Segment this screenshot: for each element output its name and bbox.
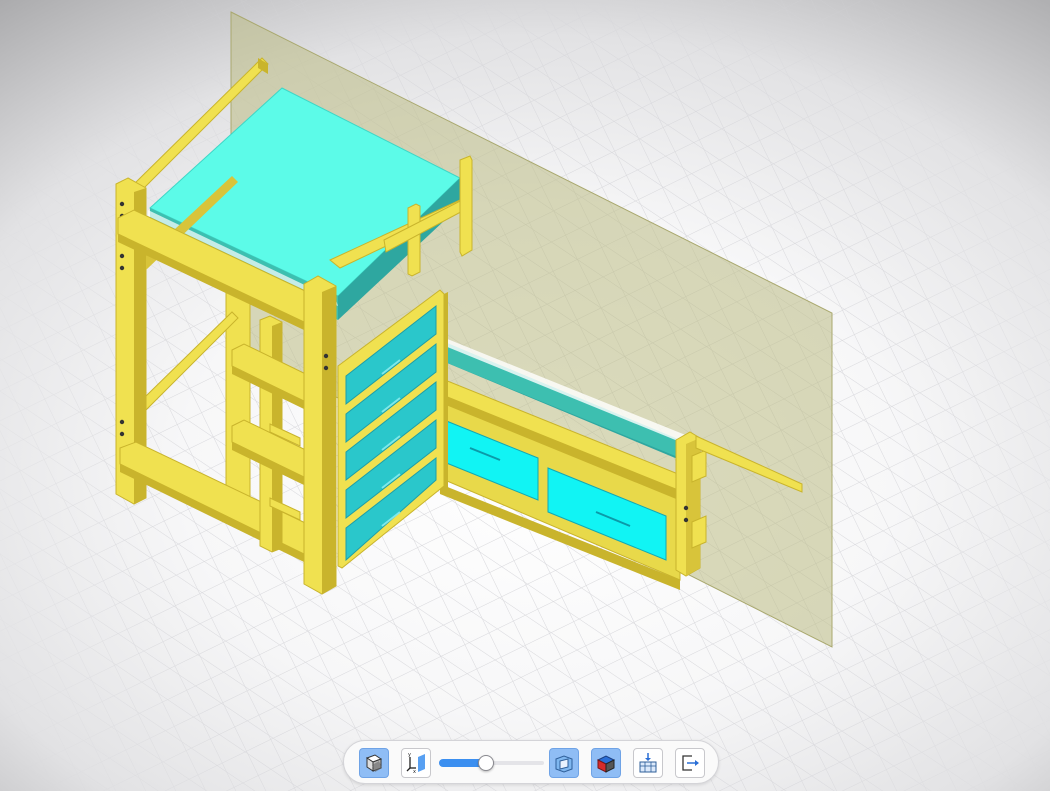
- view-cube-icon: [365, 754, 383, 772]
- explode-view-icon: [639, 753, 657, 773]
- solid-view-icon: [596, 755, 616, 773]
- section-slider[interactable]: [439, 754, 544, 772]
- exit-icon: [682, 755, 699, 771]
- solid-view-button[interactable]: [591, 748, 621, 778]
- view-toolbar: y x: [343, 740, 719, 784]
- exit-button[interactable]: [675, 748, 705, 778]
- scene-canvas[interactable]: [0, 0, 1050, 791]
- explode-view-button[interactable]: [633, 748, 663, 778]
- view-cube-button[interactable]: [359, 748, 389, 778]
- svg-text:y: y: [408, 752, 411, 758]
- axes-section-button[interactable]: y x: [401, 748, 431, 778]
- svg-text:x: x: [413, 769, 416, 775]
- section-view-icon: [555, 755, 573, 773]
- 3d-viewport[interactable]: [0, 0, 1050, 791]
- axes-section-icon: y x: [406, 752, 425, 775]
- section-view-button[interactable]: [549, 748, 579, 778]
- slider-thumb[interactable]: [478, 755, 494, 771]
